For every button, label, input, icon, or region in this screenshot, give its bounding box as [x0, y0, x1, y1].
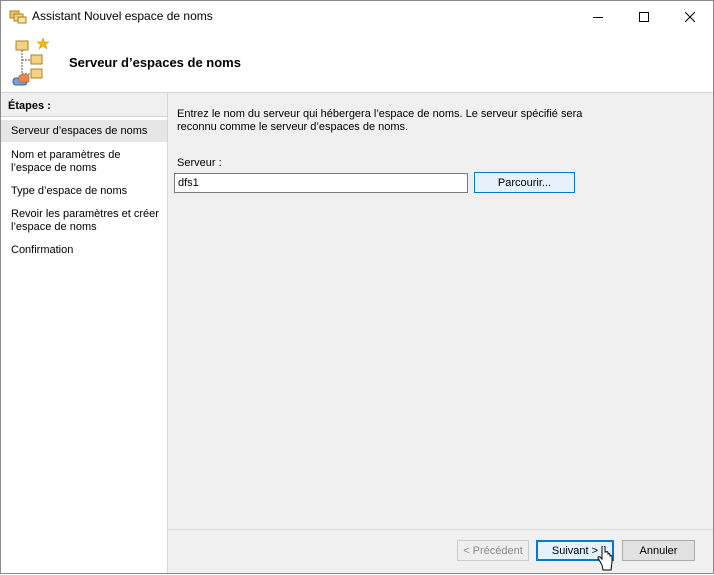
maximize-button[interactable]	[621, 1, 667, 32]
browse-button[interactable]: Parcourir...	[474, 172, 575, 193]
page-title: Serveur d’espaces de noms	[69, 55, 241, 70]
wizard-window: Assistant Nouvel espace de noms Serveur …	[0, 0, 714, 574]
previous-button[interactable]: < Précédent	[457, 540, 529, 561]
hand-pointer-icon	[597, 544, 613, 572]
title-bar[interactable]: Assistant Nouvel espace de noms	[1, 1, 713, 32]
namespace-tree-icon	[11, 36, 53, 88]
step-namespace-name-settings[interactable]: Nom et paramètres de l’espace de noms	[11, 149, 163, 175]
minimize-icon	[593, 16, 603, 18]
steps-heading-bar: Étapes :	[1, 93, 167, 117]
close-button[interactable]	[667, 1, 713, 32]
maximize-icon	[639, 11, 649, 22]
server-input[interactable]	[174, 173, 468, 193]
main-content: Entrez le nom du serveur qui hébergera l…	[168, 93, 713, 529]
steps-pane: Étapes : Serveur d’espaces de noms Nom e…	[1, 93, 168, 573]
step-review-settings[interactable]: Revoir les paramètres et créer l’espace …	[11, 208, 163, 234]
close-icon	[685, 11, 695, 22]
step-confirmation[interactable]: Confirmation	[11, 244, 163, 257]
instructions-text: Entrez le nom du serveur qui hébergera l…	[177, 108, 583, 133]
footer-divider	[168, 529, 713, 530]
steps-heading: Étapes :	[8, 100, 51, 112]
step-namespace-server[interactable]: Serveur d’espaces de noms	[11, 125, 163, 138]
minimize-button[interactable]	[575, 1, 621, 32]
window-title: Assistant Nouvel espace de noms	[32, 9, 213, 23]
server-label: Serveur :	[177, 157, 222, 169]
namespace-wizard-icon	[9, 8, 27, 24]
cancel-button[interactable]: Annuler	[622, 540, 695, 561]
step-namespace-type[interactable]: Type d’espace de noms	[11, 185, 163, 198]
wizard-header: Serveur d’espaces de noms	[1, 32, 713, 93]
